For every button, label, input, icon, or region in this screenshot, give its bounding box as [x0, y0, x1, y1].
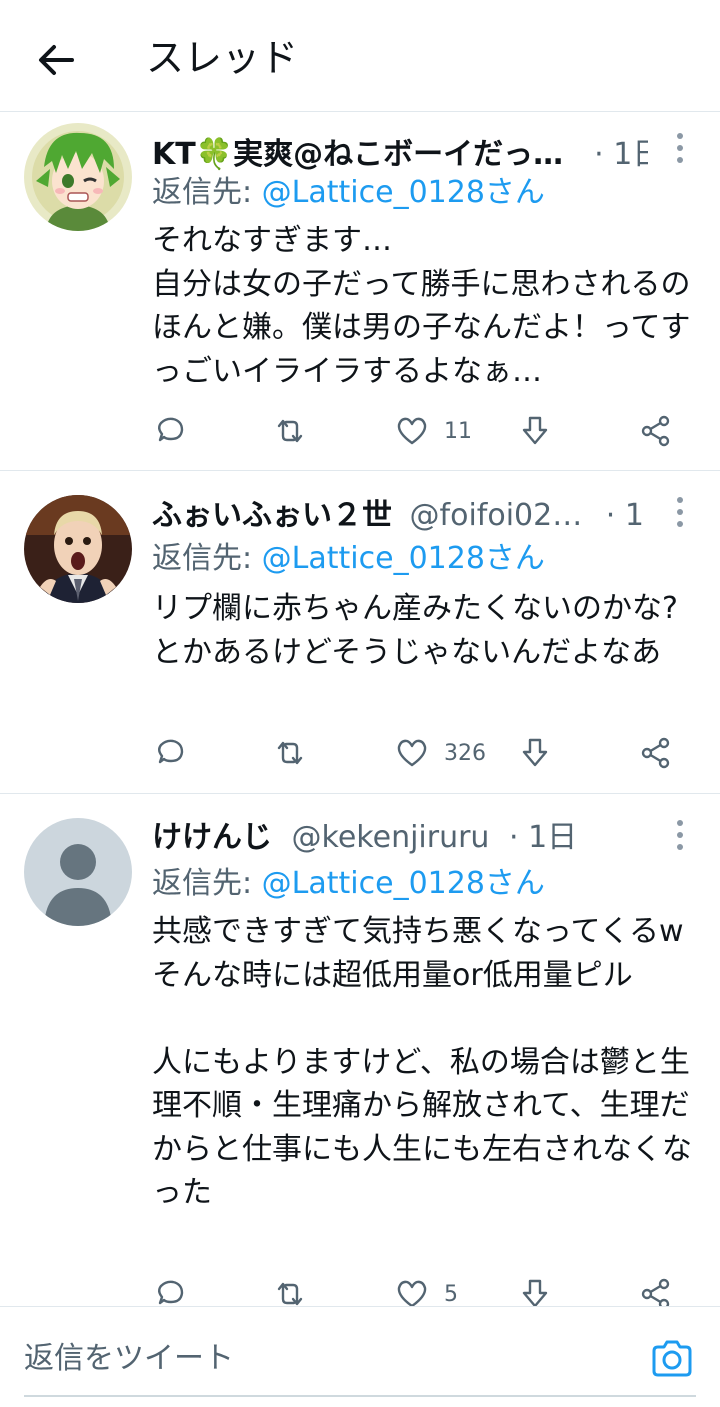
timestamp[interactable]: 1日: [528, 816, 577, 860]
input-underline: [24, 1395, 696, 1397]
reply-to-line: 返信先: @Lattice_0128さん: [152, 171, 545, 215]
download-icon: [522, 738, 548, 767]
camera-button[interactable]: [648, 1335, 696, 1383]
heart-icon: [397, 739, 427, 767]
reply-bubble-icon: [158, 1280, 184, 1305]
user-handle[interactable]: @foifoi02…: [410, 494, 583, 538]
tweet[interactable]: けけんじ @kekenjiruru · 1日 返信先: @Lattice_012…: [0, 794, 720, 1306]
separator-dot: ·: [594, 137, 604, 172]
more-options-button[interactable]: [668, 493, 692, 533]
back-button[interactable]: [34, 38, 78, 82]
heart-icon: [397, 417, 427, 445]
tweet-text: それなすぎます… 自分は女の子だって勝手に思わされるのほんと嫌。僕は男の子なんだ…: [152, 223, 691, 389]
download-icon: [522, 416, 548, 445]
arrow-left-icon: [39, 45, 74, 75]
tweet-text: リプ欄に赤ちゃん産みたくないのかな? とかあるけどそうじゃないんだよなあ: [152, 591, 678, 670]
like-button[interactable]: 326: [394, 731, 486, 775]
timestamp[interactable]: 1日: [613, 133, 648, 177]
page-title: スレッド: [146, 36, 299, 80]
avatar[interactable]: [24, 123, 132, 231]
reply-to-mention[interactable]: @Lattice_0128さん: [262, 175, 545, 210]
reply-to-mention[interactable]: @Lattice_0128さん: [262, 866, 545, 901]
tweet[interactable]: KT🍀実爽@ねこボーイだっ… · 1日 返信先: @Lattice_0128さん…: [0, 113, 720, 471]
retweet-icon: [277, 741, 303, 765]
more-vertical-icon: [677, 820, 683, 850]
default-avatar-image: [24, 818, 132, 926]
retweet-icon: [277, 419, 303, 443]
more-options-button[interactable]: [668, 129, 692, 169]
download-icon: [522, 1279, 548, 1306]
reply-to-line: 返信先: @Lattice_0128さん: [152, 862, 545, 906]
tweet-header: ふぉいふぉい２世 @foifoi02… · 1日: [152, 494, 648, 538]
share-button[interactable]: [638, 409, 674, 453]
avatar[interactable]: [24, 818, 132, 926]
download-button[interactable]: [517, 731, 553, 775]
display-name[interactable]: けけんじ: [152, 816, 272, 860]
separator-dot: ·: [605, 498, 616, 533]
reply-to-mention[interactable]: @Lattice_0128さん: [262, 541, 545, 576]
avatar-anime-boy-image: [24, 123, 132, 231]
share-icon: [641, 737, 670, 769]
top-bar: スレッド: [0, 0, 720, 112]
reply-to-prefix: 返信先:: [152, 175, 262, 210]
tweet-header: けけんじ @kekenjiruru · 1日: [152, 816, 648, 860]
tweet-text: 共感できすぎて気持ち悪くなってくるw そんな時には超低用量or低用量ピル 人にも…: [152, 914, 692, 1210]
share-icon: [641, 1278, 670, 1306]
retweet-button[interactable]: [272, 1272, 308, 1306]
share-button[interactable]: [638, 1272, 674, 1306]
more-options-button[interactable]: [668, 816, 692, 856]
tweet[interactable]: ふぉいふぉい２世 @foifoi02… · 1日 返信先: @Lattice_0…: [0, 471, 720, 794]
download-button[interactable]: [517, 1272, 553, 1306]
share-icon: [641, 415, 670, 447]
reply-button[interactable]: [152, 1272, 188, 1306]
camera-icon: [652, 1340, 692, 1377]
download-button[interactable]: [517, 409, 553, 453]
reply-button[interactable]: [152, 731, 188, 775]
reply-bubble-icon: [158, 739, 184, 764]
like-count: 5: [444, 1281, 458, 1307]
tweet-actions: 326: [152, 731, 692, 775]
retweet-icon: [277, 1282, 303, 1306]
reply-to-prefix: 返信先:: [152, 541, 262, 576]
more-vertical-icon: [677, 497, 683, 527]
like-button[interactable]: 11: [394, 409, 472, 453]
reply-to-line: 返信先: @Lattice_0128さん: [152, 537, 545, 581]
retweet-button[interactable]: [272, 731, 308, 775]
reply-input[interactable]: 返信をツイート: [24, 1337, 234, 1381]
reply-compose-bar: 返信をツイート: [0, 1306, 720, 1407]
separator-dot: ·: [509, 820, 519, 855]
reply-bubble-icon: [158, 417, 184, 442]
reply-button[interactable]: [152, 409, 188, 453]
avatar-surprised-man-image: [24, 495, 132, 603]
like-count: 326: [444, 740, 486, 766]
display-name[interactable]: ふぉいふぉい２世: [152, 494, 392, 538]
user-handle[interactable]: @kekenjiruru: [292, 816, 490, 860]
reply-to-prefix: 返信先:: [152, 866, 262, 901]
tweet-actions: 11: [152, 409, 692, 453]
tweet-actions: 5: [152, 1272, 692, 1306]
heart-icon: [397, 1280, 427, 1306]
more-vertical-icon: [677, 133, 683, 163]
like-button[interactable]: 5: [394, 1272, 458, 1306]
avatar[interactable]: [24, 495, 132, 603]
timestamp[interactable]: 1日: [625, 494, 648, 538]
share-button[interactable]: [638, 731, 674, 775]
retweet-button[interactable]: [272, 409, 308, 453]
like-count: 11: [444, 418, 472, 444]
